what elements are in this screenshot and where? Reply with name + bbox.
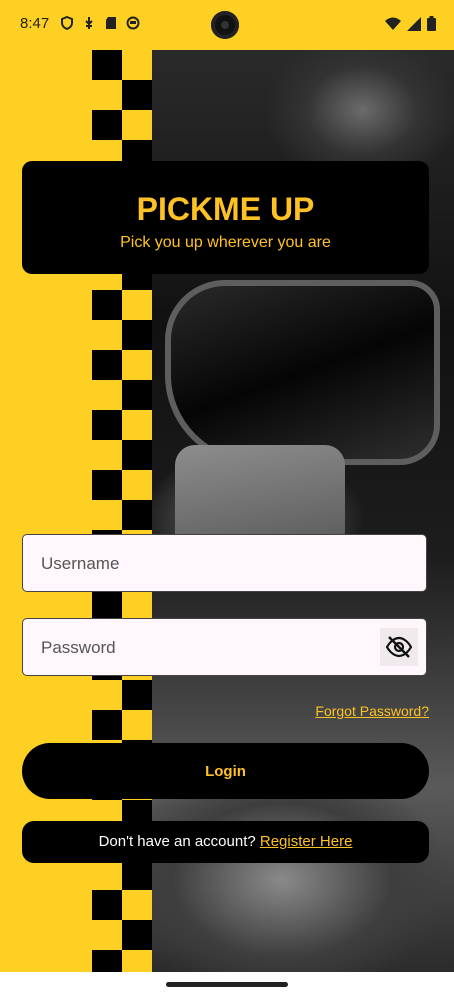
header-card: PICKME UP Pick you up wherever you are — [22, 161, 429, 274]
password-input[interactable] — [39, 619, 383, 677]
login-button[interactable]: Login — [22, 743, 429, 799]
register-bar: Don't have an account? Register Here — [22, 821, 429, 863]
front-camera — [211, 11, 239, 39]
toggle-password-visibility-button[interactable] — [380, 628, 418, 666]
helmet-visor — [165, 280, 440, 465]
sd-card-icon — [106, 17, 116, 29]
app-subtitle: Pick you up wherever you are — [120, 234, 331, 251]
app-title: PICKME UP — [136, 191, 315, 227]
home-gesture-handle[interactable] — [166, 982, 288, 987]
navigation-bar — [0, 972, 454, 999]
username-input[interactable] — [39, 535, 383, 593]
app-icon — [126, 16, 140, 30]
username-field[interactable] — [22, 534, 427, 593]
forgot-password-link[interactable]: Forgot Password? — [315, 703, 429, 719]
register-prompt: Don't have an account? — [98, 833, 260, 850]
status-icons-left — [60, 16, 140, 30]
signal-icon — [407, 16, 421, 31]
usb-icon — [85, 17, 93, 29]
eye-off-icon — [385, 636, 413, 658]
wifi-icon — [385, 17, 401, 30]
shield-icon — [61, 16, 73, 30]
status-time: 8:47 — [20, 15, 50, 32]
register-link[interactable]: Register Here — [260, 833, 353, 850]
status-bar: 8:47 — [0, 0, 454, 50]
status-icons-right — [385, 16, 436, 31]
battery-icon — [427, 16, 436, 31]
password-field[interactable] — [22, 618, 427, 677]
